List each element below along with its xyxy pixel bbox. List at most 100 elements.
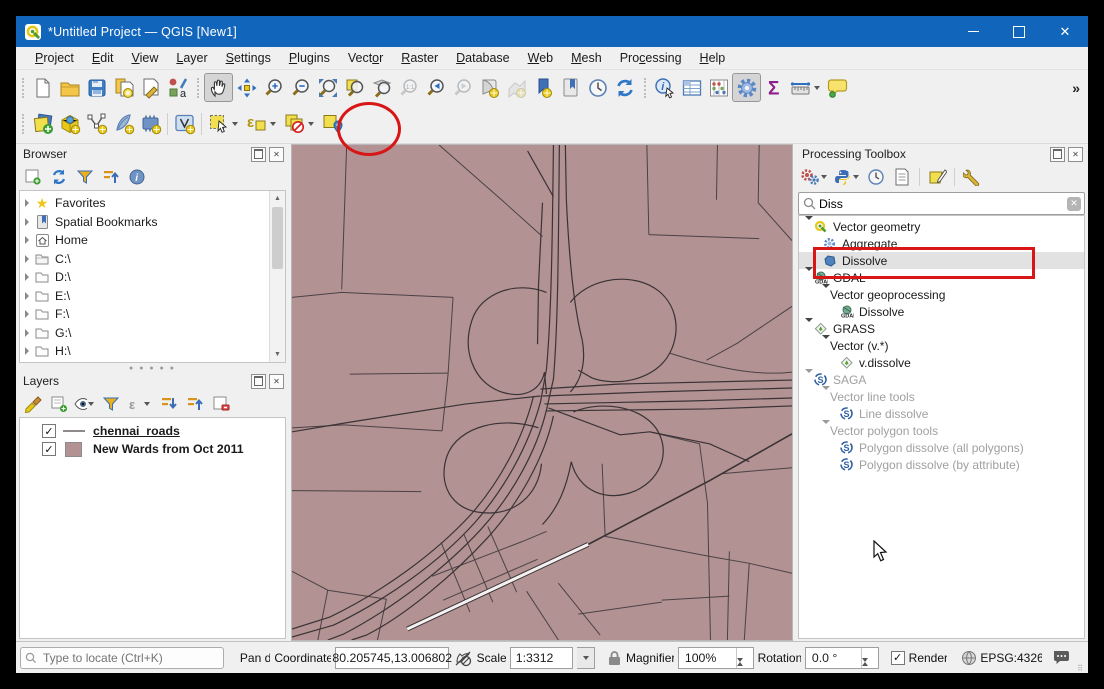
statistical-summary-button[interactable] [705,74,732,101]
expression-dropdown-icon[interactable] [270,122,276,126]
toolbox-alg-line-dissolve[interactable]: S Line dissolve [799,405,1084,422]
collapse-all-button[interactable] [183,392,207,416]
menu-layer[interactable]: Layer [167,49,216,67]
remove-layer-button[interactable] [209,392,233,416]
toolbox-alg-dissolve[interactable]: Dissolve [799,252,1084,269]
collapse-icon[interactable] [822,339,830,353]
select-dropdown-icon[interactable] [232,122,238,126]
browser-item-drive-c[interactable]: C:\ [20,250,270,269]
new-print-layout-button[interactable] [110,74,137,101]
zoom-next-button[interactable] [449,74,476,101]
lock-scale-icon[interactable] [607,650,622,666]
select-features-button[interactable] [205,111,243,138]
rotation-spinbox[interactable]: 0.0 ° [805,647,879,669]
maximize-button[interactable] [996,16,1042,47]
toolbox-group-saga[interactable]: S SAGA [799,371,1084,388]
browser-item-drive-h[interactable]: H:\ [20,342,270,361]
scrollbar-thumb[interactable] [272,207,283,269]
deselect-dropdown-icon[interactable] [308,122,314,126]
browser-properties-button[interactable]: i [125,165,149,189]
toolbox-group-vector-line-tools[interactable]: Vector line tools [799,388,1084,405]
browser-item-favorites[interactable]: ★Favorites [20,194,270,213]
layer-row-new-wards[interactable]: ✓ New Wards from Oct 2011 [20,440,285,458]
themes-dropdown-icon[interactable] [88,402,94,406]
new-3d-map-view-button[interactable] [503,74,530,101]
clear-search-icon[interactable]: ✕ [1067,197,1081,211]
toolbar-overflow-button[interactable]: » [1072,80,1080,96]
toolbox-alg-gdal-dissolve[interactable]: GDAL Dissolve [799,303,1084,320]
layers-close-button[interactable]: ✕ [269,374,284,389]
menu-raster[interactable]: Raster [392,49,447,67]
expand-icon[interactable] [20,255,34,263]
collapse-icon[interactable] [822,390,830,404]
save-project-button[interactable] [83,74,110,101]
temporal-controller-button[interactable] [584,74,611,101]
measure-button[interactable] [788,74,824,101]
expand-icon[interactable] [20,199,34,207]
zoom-in-button[interactable] [260,74,287,101]
toolbox-group-vector-geometry[interactable]: Vector geometry [799,218,1084,235]
collapse-icon[interactable] [805,322,813,336]
toolbox-group-grass-vector[interactable]: Vector (v.*) [799,337,1084,354]
toolbar-handle[interactable] [644,78,646,98]
layer-row-chennai-roads[interactable]: ✓ chennai_roads [20,422,285,440]
toolbar-handle[interactable] [22,78,24,98]
expand-icon[interactable] [20,273,34,281]
browser-item-home[interactable]: Home [20,231,270,250]
new-project-button[interactable] [29,74,56,101]
crs-globe-icon[interactable] [961,650,977,666]
scale-value[interactable]: 1:3312 [510,647,573,669]
toolbox-search[interactable]: ✕ [798,192,1085,215]
deselect-all-button[interactable] [281,111,319,138]
scroll-up-icon[interactable]: ▲ [270,191,285,206]
pan-map-button[interactable] [204,73,233,102]
browser-refresh-button[interactable] [47,165,71,189]
python-scripts-button[interactable] [832,165,862,189]
toolbox-group-grass[interactable]: GRASS [799,320,1084,337]
coordinate-value[interactable]: 80.205745,13.006802 [335,647,449,669]
resize-grip[interactable]: ⠿ [1077,664,1084,673]
open-layer-styling-button[interactable] [21,392,45,416]
manage-map-themes-button[interactable] [73,392,97,416]
expand-icon[interactable] [20,292,34,300]
new-shapefile-layer-button[interactable] [83,111,110,138]
minimize-button[interactable] [950,16,996,47]
menu-edit[interactable]: Edit [83,49,123,67]
locate-input[interactable] [41,650,219,666]
toolbox-alg-v-dissolve[interactable]: v.dissolve [799,354,1084,371]
scroll-down-icon[interactable]: ▼ [270,347,285,362]
models-dropdown-icon[interactable] [821,175,827,179]
toolbox-group-vector-geoprocessing[interactable]: Vector geoprocessing [799,286,1084,303]
toolbar-handle[interactable] [197,78,199,98]
menu-vector[interactable]: Vector [339,49,392,67]
toolbox-alg-polygon-dissolve-attr[interactable]: S Polygon dissolve (by attribute) [799,456,1084,473]
spin-down-icon[interactable] [737,662,753,674]
zoom-full-button[interactable] [314,74,341,101]
expand-icon[interactable] [20,310,34,318]
new-geopackage-layer-button[interactable] [56,111,83,138]
menu-processing[interactable]: Processing [611,49,691,67]
browser-scrollbar[interactable]: ▲ ▼ [269,191,285,362]
measure-dropdown-icon[interactable] [814,86,820,90]
magnifier-spinbox[interactable]: 100% [678,647,754,669]
scripts-dropdown-icon[interactable] [853,175,859,179]
new-spatial-bookmark-button[interactable] [530,74,557,101]
map-canvas[interactable] [291,144,793,641]
collapse-icon[interactable] [805,271,813,285]
new-spatialite-layer-button[interactable] [110,111,137,138]
expand-icon[interactable] [20,218,34,226]
zoom-last-button[interactable] [422,74,449,101]
expand-all-button[interactable] [157,392,181,416]
collapse-icon[interactable] [822,424,830,438]
browser-item-drive-f[interactable]: F:\ [20,305,270,324]
browser-item-spatial-bookmarks[interactable]: Spatial Bookmarks [20,213,270,232]
toolbox-float-button[interactable] [1050,147,1065,162]
zoom-out-button[interactable] [287,74,314,101]
collapse-icon[interactable] [805,373,813,387]
menu-help[interactable]: Help [691,49,735,67]
history-button[interactable] [864,165,888,189]
toolbox-group-vector-polygon-tools[interactable]: Vector polygon tools [799,422,1084,439]
browser-float-button[interactable] [251,147,266,162]
zoom-to-layer-button[interactable] [368,74,395,101]
menu-web[interactable]: Web [519,49,562,67]
